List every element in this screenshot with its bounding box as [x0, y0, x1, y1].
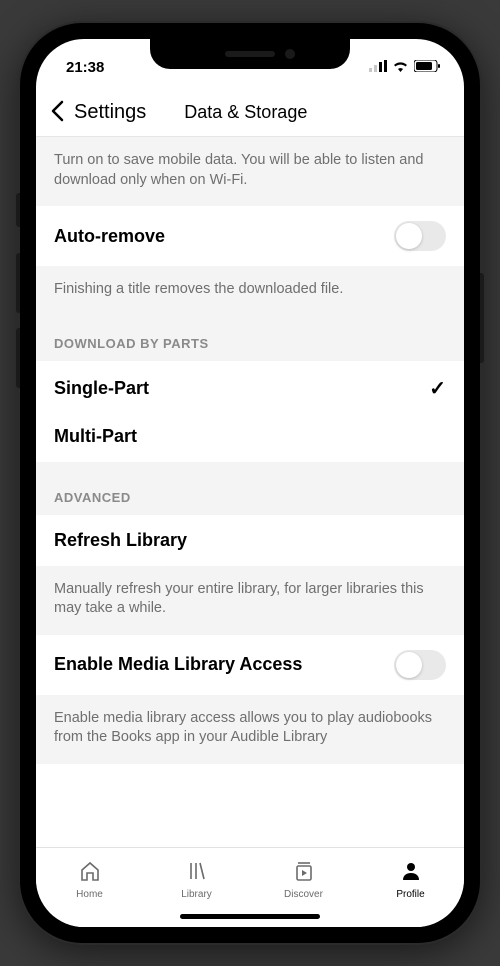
- mute-switch: [16, 193, 20, 227]
- back-button[interactable]: Settings: [74, 101, 146, 124]
- profile-icon: [399, 859, 423, 886]
- advanced-header: ADVANCED: [36, 462, 464, 515]
- library-icon: [185, 859, 209, 886]
- checkmark-icon: ✓: [429, 376, 446, 401]
- download-by-parts-header: DOWNLOAD BY PARTS: [36, 316, 464, 361]
- auto-remove-toggle[interactable]: [394, 221, 446, 251]
- media-library-access-toggle[interactable]: [394, 650, 446, 680]
- notch: [150, 39, 350, 69]
- tab-profile[interactable]: Profile: [357, 848, 464, 911]
- single-part-row[interactable]: Single-Part ✓: [36, 361, 464, 416]
- media-library-access-row[interactable]: Enable Media Library Access: [36, 635, 464, 695]
- auto-remove-description: Finishing a title removes the downloaded…: [36, 266, 464, 316]
- back-chevron-icon[interactable]: [50, 100, 66, 126]
- settings-content[interactable]: Turn on to save mobile data. You will be…: [36, 137, 464, 847]
- power-button: [480, 273, 484, 363]
- refresh-library-label: Refresh Library: [54, 530, 187, 551]
- auto-remove-label: Auto-remove: [54, 226, 165, 247]
- tab-home-label: Home: [76, 889, 103, 900]
- multi-part-label: Multi-Part: [54, 426, 137, 447]
- status-time: 21:38: [66, 59, 104, 76]
- media-library-access-label: Enable Media Library Access: [54, 654, 302, 675]
- wifi-icon: [392, 59, 409, 76]
- media-library-access-description: Enable media library access allows you t…: [36, 695, 464, 764]
- single-part-label: Single-Part: [54, 378, 149, 399]
- home-indicator[interactable]: [180, 914, 320, 919]
- tab-home[interactable]: Home: [36, 848, 143, 911]
- refresh-library-row[interactable]: Refresh Library: [36, 515, 464, 566]
- volume-up-button: [16, 253, 20, 313]
- refresh-library-description: Manually refresh your entire library, fo…: [36, 566, 464, 635]
- tab-discover[interactable]: Discover: [250, 848, 357, 911]
- tab-library[interactable]: Library: [143, 848, 250, 911]
- phone-frame: 21:38 Settings Data & Storage Turn: [20, 23, 480, 943]
- tab-library-label: Library: [181, 889, 212, 900]
- battery-icon: [414, 59, 440, 76]
- home-icon: [78, 859, 102, 886]
- discover-icon: [292, 859, 316, 886]
- page-title: Data & Storage: [154, 102, 450, 123]
- status-indicators: [369, 59, 440, 76]
- multi-part-row[interactable]: Multi-Part: [36, 416, 464, 462]
- wifi-only-description: Turn on to save mobile data. You will be…: [36, 137, 464, 206]
- tab-profile-label: Profile: [396, 889, 424, 900]
- cellular-icon: [369, 59, 387, 76]
- nav-bar: Settings Data & Storage: [36, 89, 464, 137]
- tab-discover-label: Discover: [284, 889, 323, 900]
- screen: 21:38 Settings Data & Storage Turn: [36, 39, 464, 927]
- volume-down-button: [16, 328, 20, 388]
- auto-remove-row[interactable]: Auto-remove: [36, 206, 464, 266]
